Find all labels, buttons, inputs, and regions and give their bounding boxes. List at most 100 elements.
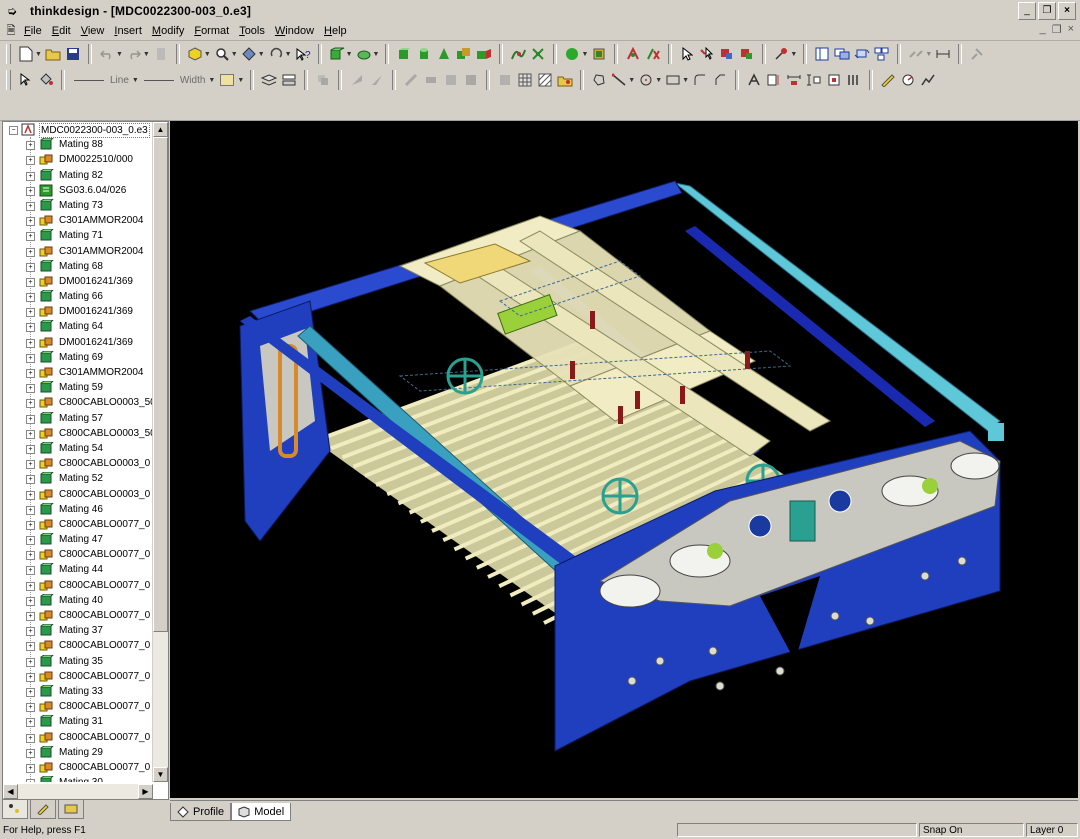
chevron-down-icon[interactable]: ▼ <box>132 77 139 84</box>
copy-format-icon[interactable] <box>314 71 332 89</box>
line-tool-icon[interactable] <box>610 71 628 89</box>
offset-icon[interactable] <box>442 71 460 89</box>
select-filter-icon[interactable] <box>698 45 716 63</box>
chevron-down-icon[interactable]: ▼ <box>628 77 635 84</box>
whats-this-help-icon[interactable]: ? <box>294 45 312 63</box>
expand-icon[interactable]: + <box>26 672 35 682</box>
chevron-down-icon[interactable]: ▼ <box>346 51 353 58</box>
tree-item[interactable]: + C800CABLO0077_0 <box>3 517 153 532</box>
chevron-down-icon[interactable]: ▼ <box>655 77 662 84</box>
array-icon[interactable] <box>496 71 514 89</box>
save-icon[interactable] <box>64 45 82 63</box>
tree-item[interactable]: + Mating 68 <box>3 259 153 274</box>
draw-tool-1-icon[interactable] <box>348 71 366 89</box>
expand-icon[interactable]: + <box>26 262 35 272</box>
corner-tool-icon[interactable] <box>691 71 709 89</box>
undo-icon[interactable] <box>98 45 116 63</box>
properties-icon[interactable] <box>968 45 986 63</box>
measure-distance-icon[interactable] <box>934 45 952 63</box>
tab-model[interactable]: Model <box>231 803 292 821</box>
tree-item[interactable]: + C800CABLO0077_0 <box>3 578 153 593</box>
expand-icon[interactable]: + <box>26 748 35 758</box>
chevron-down-icon[interactable]: ▼ <box>231 51 238 58</box>
scroll-down-icon[interactable]: ▼ <box>153 767 168 782</box>
analysis-icon[interactable] <box>919 71 937 89</box>
chevron-down-icon[interactable]: ▼ <box>373 51 380 58</box>
expand-icon[interactable]: + <box>26 460 35 470</box>
tree-item[interactable]: + Mating 73 <box>3 198 153 213</box>
tree-item[interactable]: + C301AMMOR2004 <box>3 244 153 259</box>
tree-item[interactable]: + C800CABLO0077_0 <box>3 760 153 775</box>
boolean-solid-icon[interactable] <box>455 45 473 63</box>
expand-icon[interactable]: + <box>26 414 35 424</box>
menu-edit[interactable]: Edit <box>47 23 76 39</box>
layer-icon[interactable] <box>260 71 278 89</box>
mating-tool-icon[interactable] <box>624 45 642 63</box>
tree-item[interactable]: + Mating 82 <box>3 168 153 183</box>
cone-solid-icon[interactable] <box>435 45 453 63</box>
expand-icon[interactable]: + <box>26 612 35 621</box>
tree-item[interactable]: + Mating 40 <box>3 593 153 608</box>
tree-item[interactable]: + Mating 31 <box>3 714 153 729</box>
document-icon[interactable]: 🗎 <box>3 24 19 38</box>
tree-item[interactable]: + DM0022510/000 <box>3 152 153 167</box>
tree-tab[interactable] <box>2 799 28 819</box>
tree-item[interactable]: + DM0016241/369 <box>3 274 153 289</box>
app-icon[interactable]: ➭ <box>4 4 20 18</box>
expand-icon[interactable]: + <box>26 475 35 485</box>
toolbar-grip[interactable] <box>6 44 11 64</box>
expand-icon[interactable]: + <box>26 384 35 394</box>
tree-item[interactable]: + C800CABLO0003_0 <box>3 487 153 502</box>
expand-icon[interactable]: + <box>26 444 35 454</box>
expand-icon[interactable]: + <box>26 293 35 303</box>
pencil-tab[interactable] <box>30 799 56 819</box>
tree-item[interactable]: + Mating 64 <box>3 319 153 334</box>
tree-item[interactable]: + Mating 29 <box>3 745 153 760</box>
expand-icon[interactable]: + <box>26 657 35 667</box>
expand-icon[interactable]: + <box>26 505 35 515</box>
expand-icon[interactable]: + <box>26 201 35 211</box>
tree-item[interactable]: + Mating 46 <box>3 502 153 517</box>
tree-item[interactable]: + C800CABLO0077_0 <box>3 608 153 623</box>
tree-vertical-scrollbar[interactable]: ▲ ▼ <box>152 122 168 782</box>
tab-profile[interactable]: Profile <box>170 803 232 821</box>
snap-point-icon[interactable] <box>772 45 790 63</box>
select-pointer-icon[interactable] <box>678 45 696 63</box>
layer-stack-icon[interactable] <box>280 71 298 89</box>
tree-item[interactable]: + C800CABLO0077_0 <box>3 699 153 714</box>
properties-tab[interactable] <box>58 799 84 819</box>
shading-icon[interactable] <box>240 45 258 63</box>
tree-item[interactable]: + Mating 88 <box>3 137 153 152</box>
expand-icon[interactable]: + <box>26 536 35 546</box>
redo-icon[interactable] <box>125 45 143 63</box>
expand-icon[interactable]: + <box>26 779 35 782</box>
expand-icon[interactable]: + <box>26 323 35 333</box>
dimension-box-icon[interactable] <box>825 71 843 89</box>
line-width-select[interactable]: Width <box>143 71 205 89</box>
rotate-view-icon[interactable] <box>267 45 285 63</box>
expand-icon[interactable]: + <box>26 186 35 196</box>
hatch-icon[interactable] <box>536 71 554 89</box>
tree-item[interactable]: + C800CABLO0077_0 <box>3 547 153 562</box>
expand-icon[interactable]: + <box>26 353 35 363</box>
expand-icon[interactable]: + <box>26 596 35 606</box>
expand-icon[interactable]: + <box>26 566 35 576</box>
pick-entity-icon[interactable] <box>738 45 756 63</box>
view-swap-icon[interactable] <box>853 45 871 63</box>
expand-icon[interactable]: + <box>26 171 35 181</box>
chamfer-tool-icon[interactable] <box>711 71 729 89</box>
expand-icon[interactable]: + <box>26 369 35 378</box>
chevron-down-icon[interactable]: ▼ <box>116 51 123 58</box>
paint-bucket-icon[interactable] <box>37 71 55 89</box>
tree-item[interactable]: + Mating 47 <box>3 532 153 547</box>
expand-icon[interactable]: + <box>26 627 35 637</box>
expand-icon[interactable]: + <box>26 277 35 287</box>
collapse-icon[interactable]: − <box>9 126 18 135</box>
expand-icon[interactable]: + <box>26 520 35 530</box>
expand-icon[interactable]: + <box>26 763 35 773</box>
tree-item[interactable]: + C301AMMOR2004 <box>3 365 153 380</box>
expand-icon[interactable]: + <box>26 581 35 591</box>
tree-item[interactable]: + Mating 69 <box>3 350 153 365</box>
menu-tools[interactable]: Tools <box>234 23 270 39</box>
cube-icon[interactable] <box>186 45 204 63</box>
